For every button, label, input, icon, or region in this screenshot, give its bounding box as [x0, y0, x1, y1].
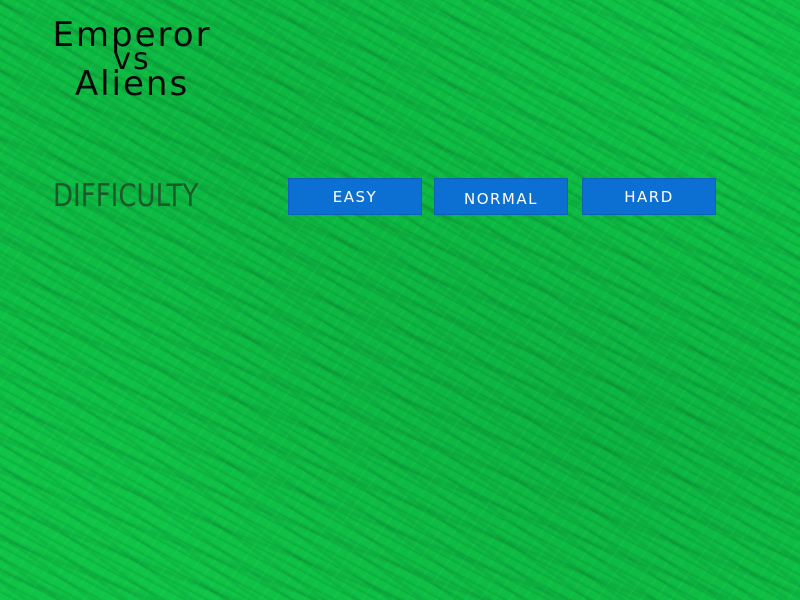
normal-button[interactable]: NORMAL [434, 178, 568, 215]
easy-button[interactable]: EASY [288, 178, 422, 215]
difficulty-label: DIFFICULTY [53, 178, 199, 214]
hard-button[interactable]: HARD [582, 178, 716, 215]
game-screen: Emperor vs Aliens DIFFICULTY EASY NORMAL… [0, 0, 800, 600]
title-line-3: Aliens [74, 64, 190, 105]
game-title: Emperor vs Aliens [12, 18, 252, 105]
